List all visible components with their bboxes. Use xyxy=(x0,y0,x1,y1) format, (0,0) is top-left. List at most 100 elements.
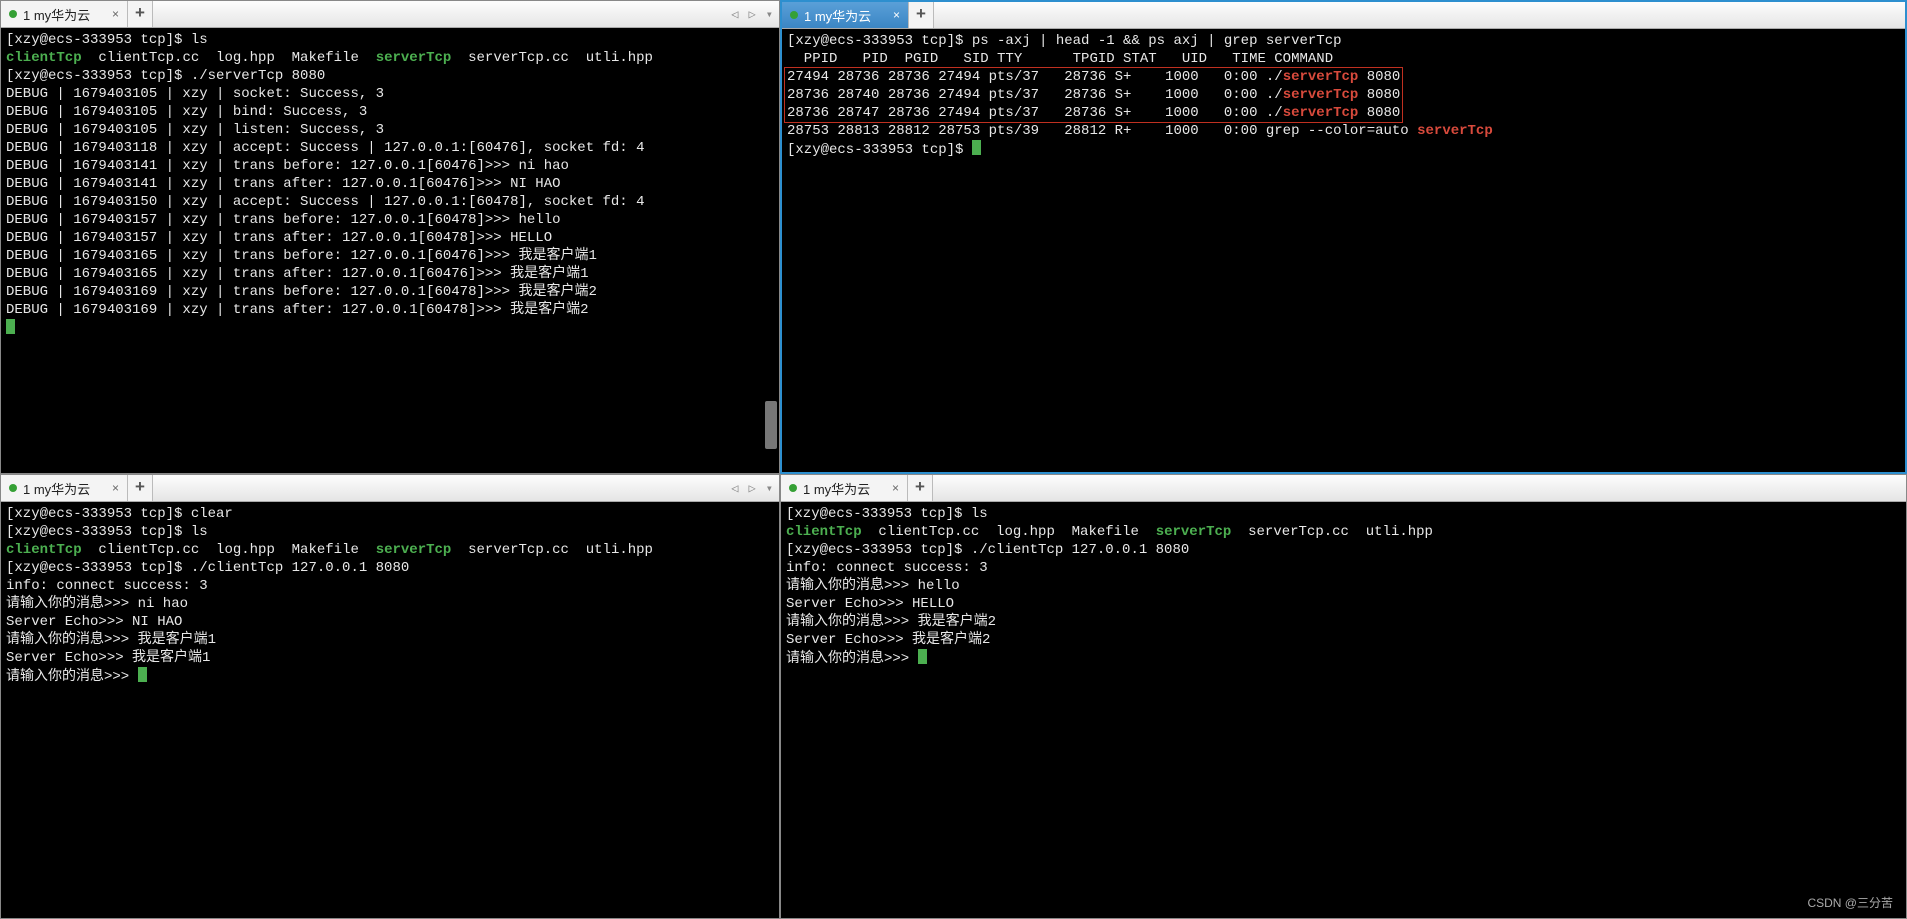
file-exec: serverTcp xyxy=(376,50,452,66)
cursor-icon xyxy=(138,667,147,682)
ps-row: 8080 xyxy=(1358,87,1400,103)
tab-nav: ◁ ▷ ▾ xyxy=(725,475,779,501)
new-tab-button[interactable]: + xyxy=(909,2,934,28)
pane-top-right: 1 my华为云 × + [xzy@ecs-333953 tcp]$ ps -ax… xyxy=(780,0,1907,474)
output-line: DEBUG | 1679403118 | xzy | accept: Succe… xyxy=(6,140,645,156)
file-list: clientTcp.cc log.hpp Makefile xyxy=(82,542,376,558)
match-text: serverTcp xyxy=(1283,69,1359,85)
highlight-box: 27494 28736 28736 27494 pts/37 28736 S+ … xyxy=(784,67,1403,123)
output-line: DEBUG | 1679403169 | xzy | trans after: … xyxy=(6,302,588,318)
file-exec: clientTcp xyxy=(6,50,82,66)
output-line: DEBUG | 1679403141 | xzy | trans before:… xyxy=(6,158,569,174)
ps-header: PPID PID PGID SID TTY TPGID STAT UID TIM… xyxy=(787,51,1333,67)
output-line: Server Echo>>> HELLO xyxy=(786,596,954,612)
new-tab-button[interactable]: + xyxy=(128,475,153,501)
tab-label: 1 my华为云 xyxy=(23,5,90,24)
pane-bottom-right: 1 my华为云 × + [xzy@ecs-333953 tcp]$ ls cli… xyxy=(780,474,1907,919)
output-line: 请输入你的消息>>> xyxy=(6,669,138,685)
output-line: DEBUG | 1679403157 | xzy | trans after: … xyxy=(6,230,552,246)
tab-label: 1 my华为云 xyxy=(804,6,871,25)
tab-label: 1 my华为云 xyxy=(23,479,90,498)
status-dot-icon xyxy=(790,11,798,19)
output-line: 请输入你的消息>>> 我是客户端1 xyxy=(6,632,216,648)
cursor-icon xyxy=(6,319,15,334)
output-line: 请输入你的消息>>> xyxy=(786,651,918,667)
close-tab-icon[interactable]: × xyxy=(112,7,119,21)
tab-next-icon[interactable]: ▷ xyxy=(749,481,756,496)
output-line: 请输入你的消息>>> ni hao xyxy=(6,596,188,612)
terminal-tr[interactable]: [xzy@ecs-333953 tcp]$ ps -axj | head -1 … xyxy=(782,29,1905,472)
scrollbar-thumb[interactable] xyxy=(765,401,777,449)
output-line: info: connect success: 3 xyxy=(786,560,988,576)
output-line: DEBUG | 1679403105 | xzy | bind: Success… xyxy=(6,104,367,120)
file-list: clientTcp.cc log.hpp Makefile xyxy=(862,524,1156,540)
pane-top-left: 1 my华为云 × + ◁ ▷ ▾ [xzy@ecs-333953 tcp]$ … xyxy=(0,0,780,474)
prompt-line: [xzy@ecs-333953 tcp]$ ps -axj | head -1 … xyxy=(787,33,1342,49)
prompt-line: [xzy@ecs-333953 tcp]$ ls xyxy=(786,506,988,522)
prompt-line: [xzy@ecs-333953 tcp]$ clear xyxy=(6,506,233,522)
prompt-line: [xzy@ecs-333953 tcp]$ ./clientTcp 127.0.… xyxy=(6,560,409,576)
prompt-line: [xzy@ecs-333953 tcp]$ ls xyxy=(6,524,208,540)
output-line: DEBUG | 1679403141 | xzy | trans after: … xyxy=(6,176,561,192)
file-exec: serverTcp xyxy=(376,542,452,558)
output-line: DEBUG | 1679403105 | xzy | listen: Succe… xyxy=(6,122,384,138)
status-dot-icon xyxy=(9,10,17,18)
output-line: Server Echo>>> NI HAO xyxy=(6,614,182,630)
tab-next-icon[interactable]: ▷ xyxy=(749,7,756,22)
tab-prev-icon[interactable]: ◁ xyxy=(731,7,738,22)
match-text: serverTcp xyxy=(1283,105,1359,121)
watermark-text: CSDN @三分苦 xyxy=(1807,894,1893,911)
tab-menu-icon[interactable]: ▾ xyxy=(766,7,773,22)
output-line: DEBUG | 1679403105 | xzy | socket: Succe… xyxy=(6,86,384,102)
cursor-icon xyxy=(972,140,981,155)
output-line: info: connect success: 3 xyxy=(6,578,208,594)
file-list: serverTcp.cc utli.hpp xyxy=(451,542,653,558)
ps-row: 27494 28736 28736 27494 pts/37 28736 S+ … xyxy=(787,69,1283,85)
pane-bottom-left: 1 my华为云 × + ◁ ▷ ▾ [xzy@ecs-333953 tcp]$ … xyxy=(0,474,780,919)
tab-nav: ◁ ▷ ▾ xyxy=(725,1,779,27)
output-line: 请输入你的消息>>> hello xyxy=(786,578,960,594)
output-line: Server Echo>>> 我是客户端2 xyxy=(786,632,990,648)
ps-row: 28736 28740 28736 27494 pts/37 28736 S+ … xyxy=(787,87,1283,103)
output-line: DEBUG | 1679403150 | xzy | accept: Succe… xyxy=(6,194,645,210)
close-tab-icon[interactable]: × xyxy=(892,481,899,495)
status-dot-icon xyxy=(789,484,797,492)
new-tab-button[interactable]: + xyxy=(908,475,933,501)
tabbar-tl: 1 my华为云 × + ◁ ▷ ▾ xyxy=(1,1,779,28)
output-line: DEBUG | 1679403169 | xzy | trans before:… xyxy=(6,284,597,300)
file-exec: clientTcp xyxy=(6,542,82,558)
output-line: DEBUG | 1679403165 | xzy | trans before:… xyxy=(6,248,597,264)
terminal-tl[interactable]: [xzy@ecs-333953 tcp]$ ls clientTcp clien… xyxy=(1,28,779,473)
tabbar-tr: 1 my华为云 × + xyxy=(782,2,1905,29)
tab-tl[interactable]: 1 my华为云 × xyxy=(1,1,128,27)
tab-prev-icon[interactable]: ◁ xyxy=(731,481,738,496)
tabbar-bl: 1 my华为云 × + ◁ ▷ ▾ xyxy=(1,475,779,502)
tabbar-br: 1 my华为云 × + xyxy=(781,475,1906,502)
tab-menu-icon[interactable]: ▾ xyxy=(766,481,773,496)
new-tab-button[interactable]: + xyxy=(128,1,153,27)
prompt-line: [xzy@ecs-333953 tcp]$ ./serverTcp 8080 xyxy=(6,68,325,84)
output-line: DEBUG | 1679403165 | xzy | trans after: … xyxy=(6,266,588,282)
prompt-line: [xzy@ecs-333953 tcp]$ xyxy=(787,142,972,158)
terminal-bl[interactable]: [xzy@ecs-333953 tcp]$ clear [xzy@ecs-333… xyxy=(1,502,779,918)
ps-row: 8080 xyxy=(1358,105,1400,121)
tab-bl[interactable]: 1 my华为云 × xyxy=(1,475,128,501)
file-list: serverTcp.cc utli.hpp xyxy=(451,50,653,66)
file-list: clientTcp.cc log.hpp Makefile xyxy=(82,50,376,66)
file-list: serverTcp.cc utli.hpp xyxy=(1231,524,1433,540)
close-tab-icon[interactable]: × xyxy=(893,8,900,22)
output-line: Server Echo>>> 我是客户端1 xyxy=(6,650,210,666)
tab-br[interactable]: 1 my华为云 × xyxy=(781,475,908,501)
prompt-line: [xzy@ecs-333953 tcp]$ ls xyxy=(6,32,208,48)
match-text: serverTcp xyxy=(1283,87,1359,103)
output-line: DEBUG | 1679403157 | xzy | trans before:… xyxy=(6,212,561,228)
cursor-icon xyxy=(918,649,927,664)
match-text: serverTcp xyxy=(1417,123,1493,139)
close-tab-icon[interactable]: × xyxy=(112,481,119,495)
status-dot-icon xyxy=(9,484,17,492)
window-grid: 1 my华为云 × + ◁ ▷ ▾ [xzy@ecs-333953 tcp]$ … xyxy=(0,0,1907,919)
ps-row: 8080 xyxy=(1358,69,1400,85)
terminal-br[interactable]: [xzy@ecs-333953 tcp]$ ls clientTcp clien… xyxy=(781,502,1906,918)
prompt-line: [xzy@ecs-333953 tcp]$ ./clientTcp 127.0.… xyxy=(786,542,1189,558)
tab-tr[interactable]: 1 my华为云 × xyxy=(782,2,909,28)
